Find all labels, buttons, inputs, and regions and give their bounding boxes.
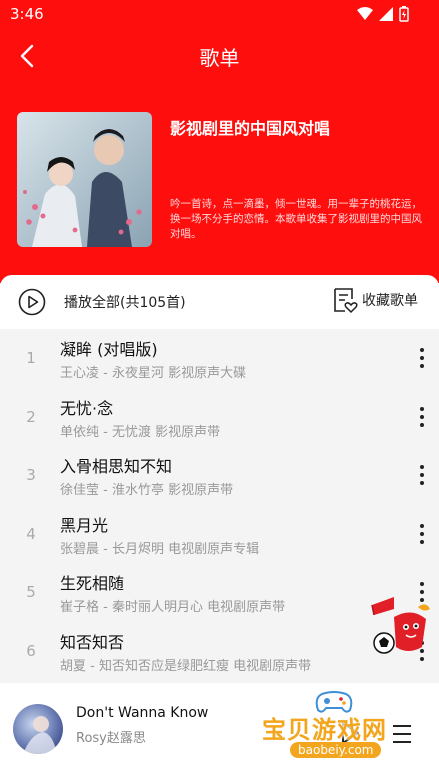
wifi-icon — [357, 7, 373, 20]
play-all-button[interactable] — [18, 288, 46, 316]
song-title: 黑月光 — [60, 515, 109, 535]
player-song-title: Don't Wanna Know — [76, 705, 209, 721]
song-row-3[interactable]: 3 入骨相思知不知 徐佳莹 - 淮水竹亭 影视原声带 — [0, 446, 439, 505]
more-vertical-icon[interactable] — [412, 464, 432, 486]
status-icons — [357, 6, 409, 22]
song-row-2[interactable]: 2 无忧·念 单依纯 - 无忧渡 影视原声带 — [0, 388, 439, 447]
status-bar: 3:46 — [0, 0, 439, 30]
watermark-url: baobeiy.com — [290, 742, 382, 758]
song-title: 无忧·念 — [60, 398, 114, 418]
collect-playlist-label: 收藏歌单 — [362, 293, 418, 309]
collect-playlist-button[interactable]: 收藏歌单 — [332, 286, 418, 314]
song-row-1[interactable]: 1 凝眸 (对唱版) 王心凌 - 永夜星河 影视原声大碟 — [0, 329, 439, 388]
song-title: 生死相随 — [60, 574, 125, 593]
player-artist: Rosy赵露思 — [76, 731, 146, 746]
song-index: 3 — [26, 466, 36, 484]
song-index: 1 — [26, 349, 36, 367]
playlist-header: 3:46 歌单 影视剧里的中国风对唱 吟一首诗，点一滴墨，倾一世魂。用一辈子的桃… — [0, 0, 439, 283]
playlist-name: 影视剧里的中国风对唱 — [170, 119, 331, 138]
cover-image — [17, 112, 152, 247]
signal-icon — [379, 7, 393, 21]
watermark-name: 宝贝游戏网 — [262, 716, 387, 744]
page-title: 歌单 — [199, 46, 240, 70]
playlist-description[interactable]: 吟一首诗，点一滴墨，倾一世魂。用一辈子的桃花运，换一场不分手的恋情。本歌单收集了… — [170, 197, 428, 242]
play-all-label[interactable]: 播放全部(共105首) — [64, 292, 186, 312]
action-bar: 播放全部(共105首) 收藏歌单 — [0, 275, 439, 329]
song-subtitle: 崔子格 - 秦时丽人明月心 电视剧原声带 — [60, 600, 286, 615]
song-index: 4 — [26, 524, 36, 543]
more-vertical-icon[interactable] — [412, 523, 432, 545]
song-subtitle: 张碧晨 - 长月烬明 电视剧原声专辑 — [60, 541, 260, 557]
more-vertical-icon[interactable] — [412, 406, 432, 428]
battery-icon — [399, 6, 409, 22]
more-vertical-icon[interactable] — [412, 347, 432, 369]
watermark: 宝贝游戏网 baobeiy.com — [262, 690, 412, 772]
playlist-heart-icon — [334, 288, 358, 314]
album-art-image — [13, 704, 63, 754]
playlist-cover[interactable] — [17, 112, 152, 247]
status-time: 3:46 — [10, 5, 44, 23]
song-index: 6 — [26, 641, 36, 660]
song-subtitle: 胡夏 - 知否知否应是绿肥红瘦 电视剧原声带 — [60, 658, 312, 674]
song-row-4[interactable]: 4 黑月光 张碧晨 - 长月烬明 电视剧原声专辑 — [0, 505, 439, 564]
song-index: 5 — [26, 583, 36, 601]
play-circle-icon — [18, 288, 46, 316]
song-title: 知否知否 — [60, 632, 125, 652]
top-bar: 歌单 — [0, 36, 439, 76]
song-subtitle: 单依纯 - 无忧渡 影视原声带 — [60, 424, 221, 440]
song-index: 2 — [26, 407, 36, 426]
song-title: 入骨相思知不知 — [60, 457, 173, 476]
mascot-icon[interactable] — [366, 597, 432, 657]
song-title: 凝眸 (对唱版) — [60, 340, 158, 359]
player-album-art[interactable] — [13, 704, 63, 754]
song-subtitle: 徐佳莹 - 淮水竹亭 影视原声带 — [60, 483, 234, 498]
song-subtitle: 王心凌 - 永夜星河 影视原声大碟 — [60, 366, 247, 381]
